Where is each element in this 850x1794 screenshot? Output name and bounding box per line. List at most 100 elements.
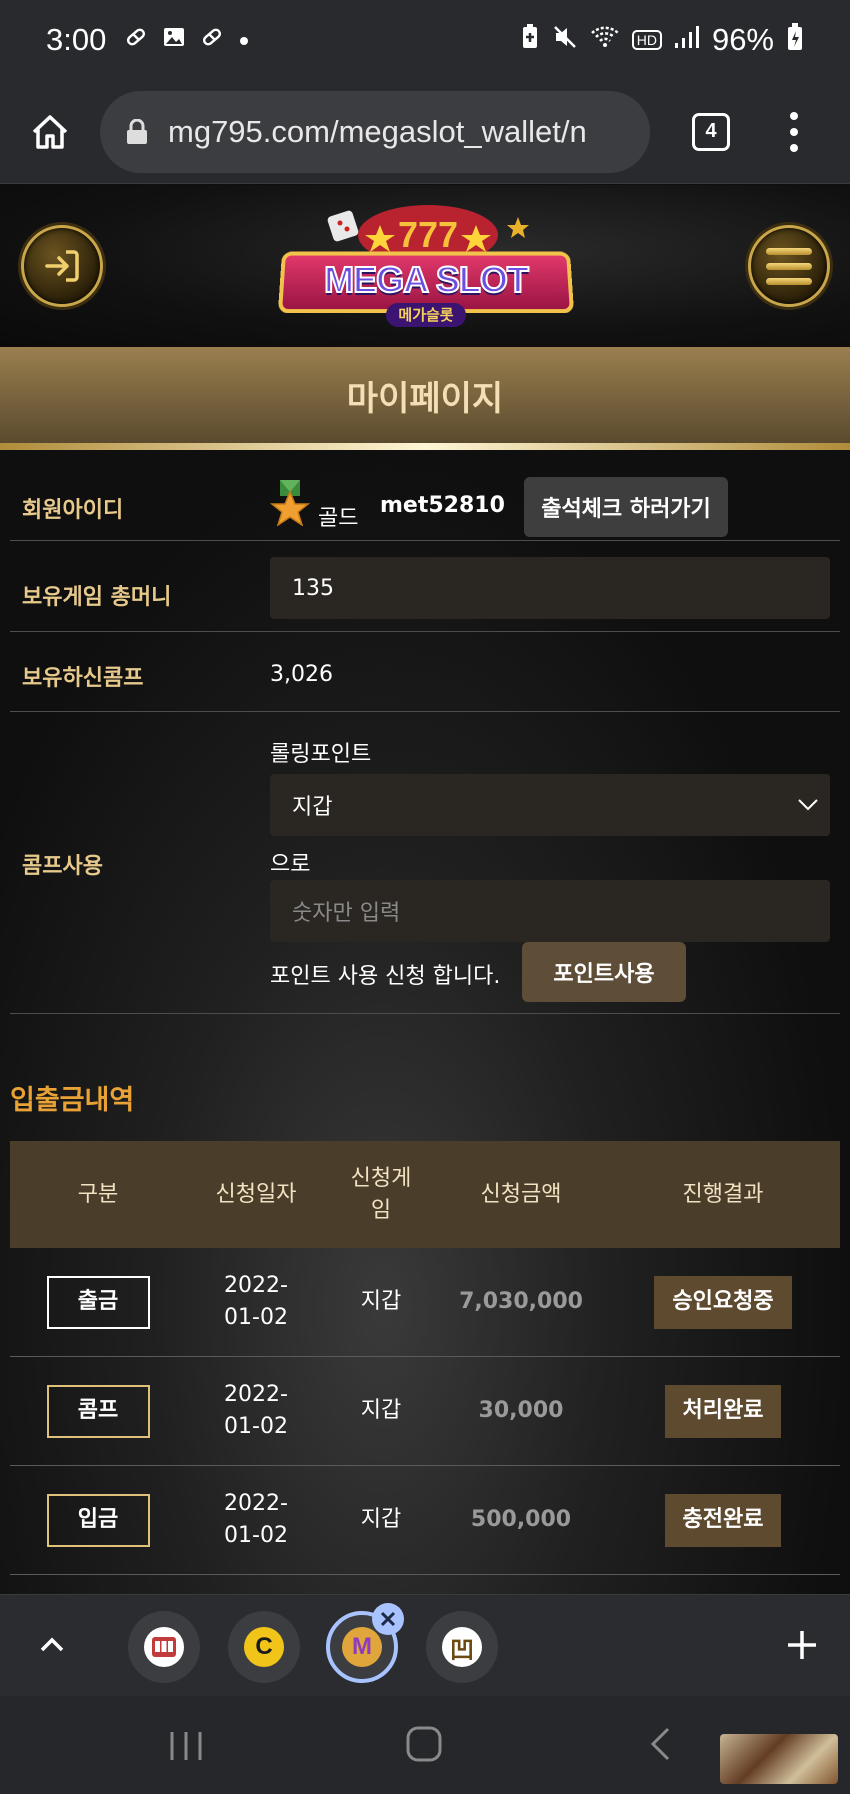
m-logo-icon: M (342, 1627, 382, 1667)
game-cell: 지갑 (360, 1398, 402, 1423)
status-badge: 승인요청중 (654, 1275, 792, 1329)
recent-apps-icon[interactable] (168, 1730, 204, 1762)
point-apply-text: 포인트 사용 신청 합니다. (270, 964, 501, 989)
gold-grade-icon (270, 480, 310, 526)
slot-machine-icon (144, 1627, 184, 1667)
amount-cell: 500,000 (470, 1507, 572, 1532)
notification-icons (124, 25, 250, 55)
battery-saver-icon (520, 24, 540, 56)
close-tab-button[interactable] (372, 1603, 404, 1635)
home-button[interactable] (22, 104, 78, 160)
menu-button[interactable] (748, 225, 830, 307)
history-section-title: 입출금내역 (10, 1085, 135, 1116)
attendance-check-button[interactable]: 출석체크 하러가기 (524, 477, 728, 537)
system-nav-bar (0, 1696, 850, 1794)
table-row: 입금 2022- 01-02 지갑 500,000 충전완료 (10, 1466, 840, 1575)
table-row: 콤프 2022- 01-02 지갑 30,000 처리완료 (10, 1357, 840, 1466)
date-cell: 2022- 01-02 (224, 1491, 288, 1548)
member-id-row: 회원아이디 골드 met52810 출석체크 하러가기 (10, 450, 840, 541)
member-id-label: 회원아이디 (22, 498, 124, 523)
amount-cell: 7,030,000 (459, 1289, 583, 1314)
status-badge: 처리완료 (664, 1384, 782, 1438)
rolling-point-label: 롤링포인트 (270, 742, 372, 767)
wifi-icon (590, 25, 620, 55)
column-header-type: 구분 (77, 1181, 119, 1207)
floating-app-thumbnail[interactable] (720, 1734, 838, 1784)
comp-balance-row: 보유하신콤프 3,026 (10, 632, 840, 712)
point-amount-placeholder: 숫자만 입력 (292, 901, 401, 926)
comp-use-row: 콤프사용 롤링포인트 지갑 으로 숫자만 입력 포인트 사용 신청 합니다. 포… (10, 712, 840, 1014)
game-money-label: 보유게임 총머니 (22, 585, 172, 610)
dot-icon (238, 28, 250, 53)
browser-toolbar: mg795.com/megaslot_wallet/n 4 (0, 80, 850, 184)
point-use-button[interactable]: 포인트사용 (522, 942, 686, 1002)
wallet-select[interactable]: 지갑 (270, 774, 830, 836)
tab-item[interactable] (128, 1611, 200, 1683)
to-label: 으로 (270, 852, 311, 877)
overflow-menu-button[interactable] (788, 111, 800, 152)
battery-icon (786, 23, 804, 57)
dot-icon (790, 111, 798, 120)
game-cell: 지갑 (360, 1289, 402, 1314)
comp-label: 보유하신콤프 (22, 666, 144, 691)
column-header-date: 신청일자 (215, 1181, 297, 1207)
login-button[interactable] (21, 225, 103, 307)
close-icon (380, 1611, 396, 1627)
game-board-icon: 凹 (442, 1627, 482, 1667)
tab-item[interactable]: 凹 (426, 1611, 498, 1683)
tab-item[interactable]: C (228, 1611, 300, 1683)
signal-icon (674, 25, 700, 55)
dot-icon (790, 127, 798, 136)
column-header-amount: 신청금액 (480, 1181, 562, 1207)
image-icon (162, 25, 186, 55)
pill-icon (124, 25, 148, 55)
status-time: 3:00 (46, 22, 107, 57)
logo-text: MEGA SLOT (323, 258, 530, 301)
game-cell: 지갑 (360, 1507, 402, 1532)
member-id-value: met52810 (380, 493, 505, 518)
date-cell: 2022- 01-02 (224, 1273, 288, 1330)
comp-value: 3,026 (270, 662, 333, 687)
type-badge: 출금 (46, 1275, 150, 1329)
wallet-select-value: 지갑 (292, 795, 333, 820)
site-header: 777 MEGA SLOT 메가슬롯 (0, 185, 850, 347)
lock-icon (127, 118, 147, 144)
column-header-game: 신청게 임 (350, 1165, 412, 1223)
game-money-row: 보유게임 총머니 135 (10, 541, 840, 632)
chevron-up-icon[interactable] (34, 1627, 70, 1663)
pill-icon (200, 25, 224, 55)
table-row: 출금 2022- 01-02 지갑 7,030,000 승인요청중 (10, 1248, 840, 1357)
megaslot-logo[interactable]: 777 MEGA SLOT 메가슬롯 (277, 195, 575, 343)
logo-subtitle: 메가슬롯 (386, 303, 466, 327)
home-icon (32, 114, 68, 149)
game-money-field: 135 (270, 557, 830, 619)
hd-badge: HD (631, 30, 662, 50)
svg-text:777: 777 (398, 214, 458, 255)
grade-label: 골드 (318, 506, 359, 531)
date-cell: 2022- 01-02 (224, 1382, 288, 1439)
title-divider (0, 443, 850, 450)
main-content: 회원아이디 골드 met52810 출석체크 하러가기 보유게임 총머니 135… (0, 450, 850, 1594)
page-title: 마이페이지 (346, 378, 504, 419)
game-money-value: 135 (292, 575, 334, 601)
chevron-down-icon (798, 799, 818, 811)
point-amount-input[interactable]: 숫자만 입력 (270, 880, 830, 942)
hamburger-icon (766, 247, 812, 285)
type-badge: 콤프 (46, 1384, 150, 1438)
history-table-header: 구분 신청일자 신청게 임 신청금액 진행결과 (10, 1141, 840, 1248)
url-bar[interactable]: mg795.com/megaslot_wallet/n (100, 90, 650, 173)
comp-use-label: 콤프사용 (22, 854, 103, 879)
battery-percent: 96% (711, 22, 774, 57)
tab-strip: C M 凹 (0, 1594, 850, 1696)
home-nav-icon[interactable] (404, 1724, 444, 1764)
c-logo-icon: C (244, 1627, 284, 1667)
new-tab-icon[interactable] (782, 1625, 822, 1665)
status-bar: 3:00 HD 96% (0, 0, 850, 80)
status-badge: 충전완료 (664, 1493, 782, 1547)
amount-cell: 30,000 (478, 1398, 564, 1423)
back-icon[interactable] (648, 1726, 672, 1762)
page-title-bar: 마이페이지 (0, 347, 850, 443)
tab-switcher-button[interactable]: 4 (692, 112, 730, 151)
mute-icon (552, 24, 578, 56)
login-icon (45, 250, 79, 282)
